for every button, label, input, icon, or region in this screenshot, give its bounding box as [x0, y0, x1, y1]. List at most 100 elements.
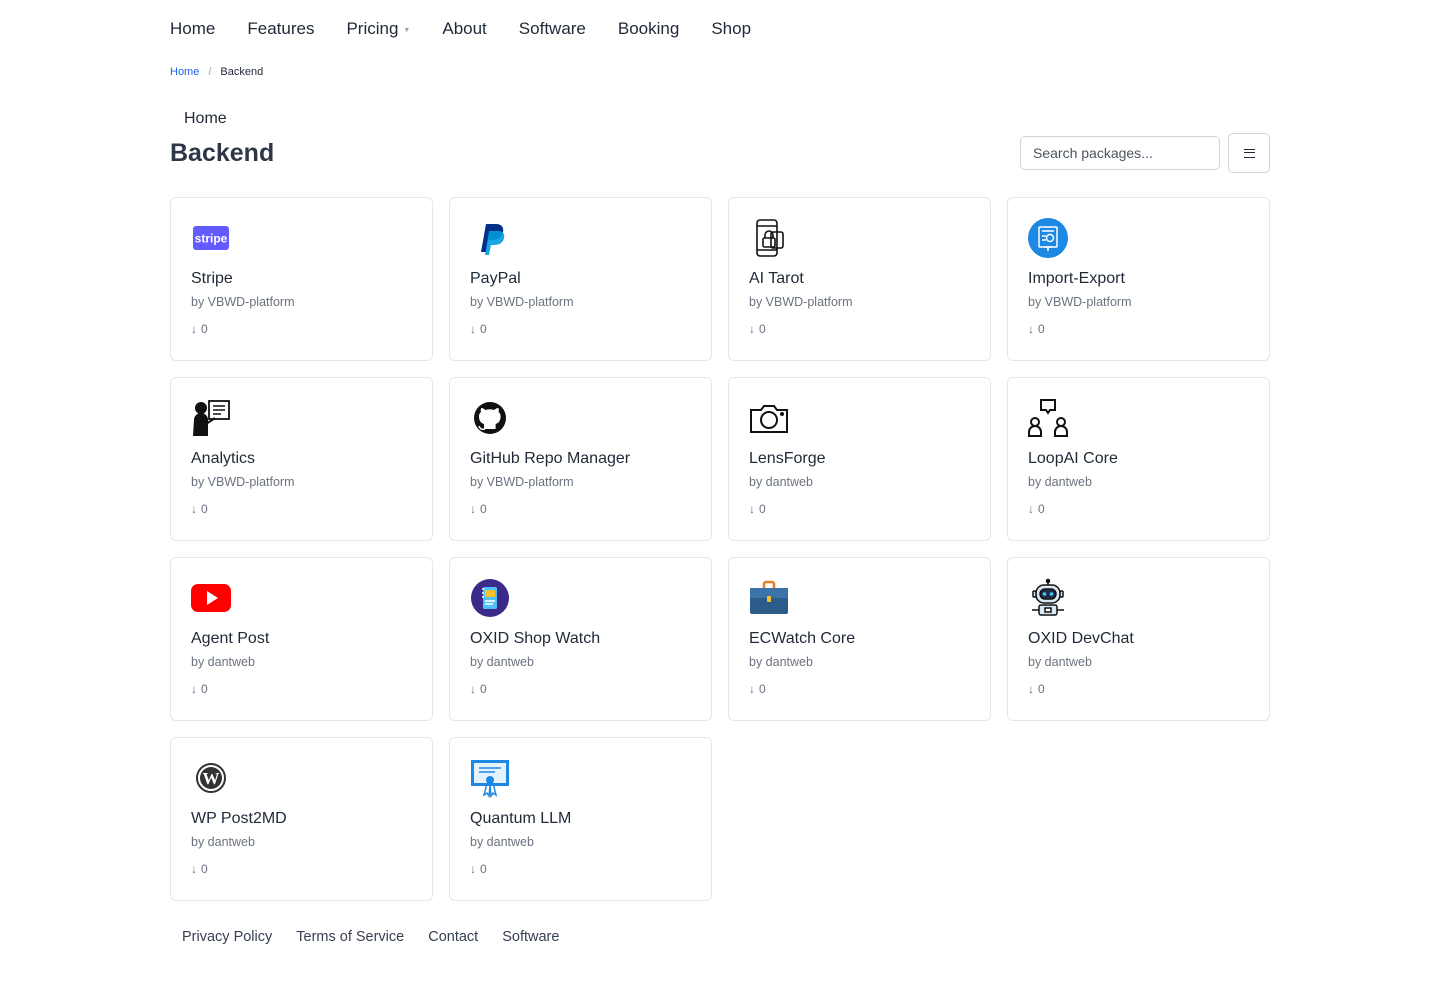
nav-home[interactable]: Home [170, 19, 215, 39]
download-value: 0 [759, 502, 766, 516]
package-card-ecwatch-core[interactable]: ECWatch Core by dantweb ↓ 0 [728, 557, 991, 721]
home-label: Home [184, 110, 227, 127]
package-card-oxid-shop-watch[interactable]: OXID Shop Watch by dantweb ↓ 0 [449, 557, 712, 721]
package-name: LoopAI Core [1028, 450, 1118, 467]
download-icon: ↓ [749, 682, 755, 696]
package-author: by VBWD-platform [470, 295, 574, 309]
package-card-stripe[interactable]: stripe Stripe by VBWD-platform ↓ 0 [170, 197, 433, 361]
import-export-icon [1028, 218, 1068, 258]
nav-software[interactable]: Software [519, 19, 586, 39]
package-card-paypal[interactable]: PayPal by VBWD-platform ↓ 0 [449, 197, 712, 361]
package-name: AI Tarot [749, 270, 804, 287]
certificate-board-icon [470, 758, 510, 798]
package-card-loopai-core[interactable]: LoopAI Core by dantweb ↓ 0 [1007, 377, 1270, 541]
package-name: Import-Export [1028, 270, 1125, 287]
download-count: ↓ 0 [470, 502, 487, 516]
nav-features[interactable]: Features [247, 19, 314, 39]
package-card-import-export[interactable]: Import-Export by VBWD-platform ↓ 0 [1007, 197, 1270, 361]
breadcrumb-home-link[interactable]: Home [170, 66, 199, 78]
package-card-ai-tarot[interactable]: AI Tarot by VBWD-platform ↓ 0 [728, 197, 991, 361]
main-nav: Home Features Pricing ▼ About Software Bo… [170, 18, 783, 40]
phone-lock-icon [749, 218, 789, 258]
package-card-oxid-devchat[interactable]: OXID DevChat by dantweb ↓ 0 [1007, 557, 1270, 721]
download-icon: ↓ [1028, 502, 1034, 516]
download-icon: ↓ [470, 502, 476, 516]
package-grid: stripe Stripe by VBWD-platform ↓ 0 PayPal… [170, 197, 1270, 901]
package-name: OXID DevChat [1028, 630, 1134, 647]
download-icon: ↓ [470, 862, 476, 876]
paypal-icon [470, 218, 510, 258]
download-icon: ↓ [749, 322, 755, 336]
package-author: by dantweb [1028, 475, 1092, 489]
package-author: by dantweb [470, 835, 534, 849]
download-count: ↓ 0 [749, 682, 766, 696]
download-count: ↓ 0 [191, 502, 208, 516]
package-name: OXID Shop Watch [470, 630, 601, 647]
page-title: Backend [170, 139, 275, 167]
download-value: 0 [201, 682, 208, 696]
svg-text:stripe: stripe [195, 232, 228, 246]
package-name: WP Post2MD [191, 810, 287, 827]
svg-text:W: W [203, 769, 220, 788]
package-card-agent-post[interactable]: Agent Post by dantweb ↓ 0 [170, 557, 433, 721]
chevron-down-icon: ▼ [403, 26, 411, 34]
package-author: by VBWD-platform [191, 475, 295, 489]
package-card-wp-post2md[interactable]: W WP Post2MD by dantweb ↓ 0 [170, 737, 433, 901]
package-author: by dantweb [749, 475, 813, 489]
download-count: ↓ 0 [191, 862, 208, 876]
download-icon: ↓ [1028, 322, 1034, 336]
people-chat-icon [1028, 398, 1068, 438]
footer-privacy-link[interactable]: Privacy Policy [182, 929, 272, 945]
package-name: LensForge [749, 450, 826, 467]
nav-booking[interactable]: Booking [618, 19, 679, 39]
nav-about[interactable]: About [442, 19, 486, 39]
package-author: by dantweb [191, 655, 255, 669]
download-icon: ↓ [191, 682, 197, 696]
download-icon: ↓ [191, 502, 197, 516]
download-icon: ↓ [191, 322, 197, 336]
nav-shop[interactable]: Shop [711, 19, 751, 39]
menu-toggle-button[interactable] [1228, 133, 1270, 173]
download-value: 0 [759, 322, 766, 336]
footer-terms-link[interactable]: Terms of Service [296, 929, 404, 945]
download-icon: ↓ [749, 502, 755, 516]
package-name: GitHub Repo Manager [470, 450, 631, 467]
breadcrumb-separator: / [208, 66, 212, 78]
breadcrumb: Home / Backend [170, 66, 263, 78]
package-name: ECWatch Core [749, 630, 856, 647]
package-author: by VBWD-platform [749, 295, 853, 309]
package-name: PayPal [470, 270, 521, 287]
download-count: ↓ 0 [470, 322, 487, 336]
footer-software-link[interactable]: Software [502, 929, 559, 945]
hamburger-icon [1243, 148, 1255, 158]
presenter-board-icon [191, 398, 231, 438]
package-card-lensforge[interactable]: LensForge by dantweb ↓ 0 [728, 377, 991, 541]
youtube-icon [191, 578, 231, 618]
nav-pricing[interactable]: Pricing ▼ [346, 19, 410, 39]
package-author: by dantweb [470, 655, 534, 669]
package-author: by dantweb [191, 835, 255, 849]
download-icon: ↓ [470, 322, 476, 336]
download-icon: ↓ [470, 682, 476, 696]
package-card-quantum-llm[interactable]: Quantum LLM by dantweb ↓ 0 [449, 737, 712, 901]
package-card-github-repo-manager[interactable]: GitHub Repo Manager by VBWD-platform ↓ 0 [449, 377, 712, 541]
download-count: ↓ 0 [1028, 502, 1045, 516]
download-value: 0 [201, 502, 208, 516]
stripe-icon: stripe [191, 218, 231, 258]
package-card-analytics[interactable]: Analytics by VBWD-platform ↓ 0 [170, 377, 433, 541]
download-value: 0 [480, 322, 487, 336]
package-author: by VBWD-platform [191, 295, 295, 309]
download-count: ↓ 0 [470, 862, 487, 876]
download-value: 0 [480, 862, 487, 876]
download-count: ↓ 0 [749, 322, 766, 336]
footer-contact-link[interactable]: Contact [428, 929, 478, 945]
package-author: by VBWD-platform [470, 475, 574, 489]
search-input[interactable] [1020, 136, 1220, 170]
download-value: 0 [1038, 322, 1045, 336]
download-value: 0 [1038, 502, 1045, 516]
package-name: Quantum LLM [470, 810, 572, 827]
download-value: 0 [480, 682, 487, 696]
download-value: 0 [480, 502, 487, 516]
package-author: by VBWD-platform [1028, 295, 1132, 309]
download-value: 0 [201, 862, 208, 876]
